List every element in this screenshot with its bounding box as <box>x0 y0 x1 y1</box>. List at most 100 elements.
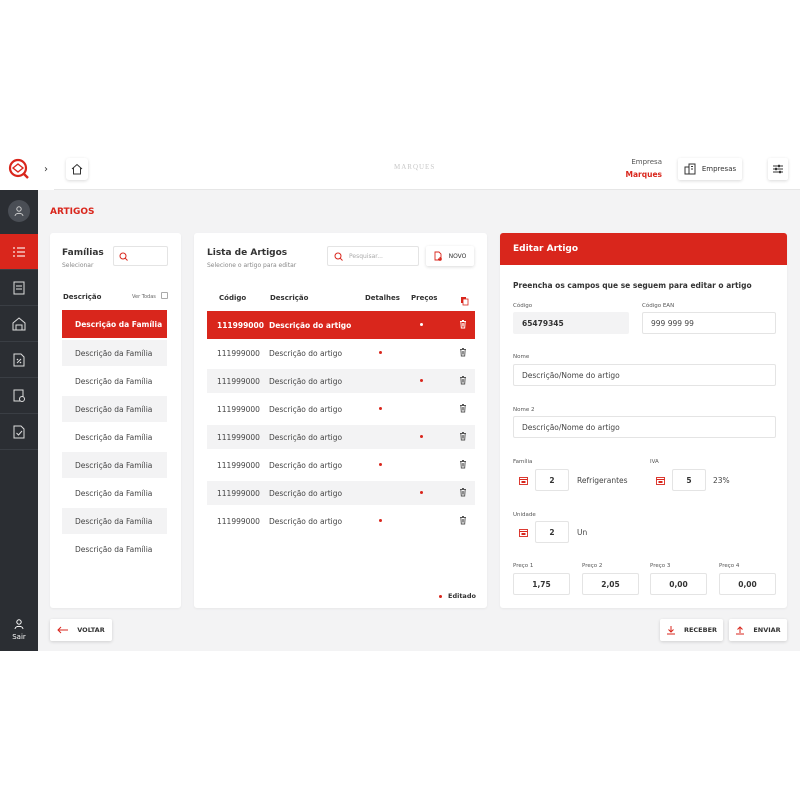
preco1-field[interactable]: 1,75 <box>513 573 570 595</box>
document-icon <box>13 281 25 294</box>
artigo-row[interactable]: 111999000 Descrição do artigo <box>207 369 475 393</box>
ean-field[interactable]: 999 999 99 <box>642 312 776 334</box>
familias-panel: Famílias Selecionar Descrição Ver Todas … <box>50 233 181 608</box>
precos-edited-dot <box>420 435 423 438</box>
familia-row[interactable]: Descrição da Família <box>62 452 167 478</box>
ver-todas-label: Ver Todas <box>132 294 156 300</box>
preco3-label: Preço 3 <box>650 563 671 569</box>
enviar-label: ENVIAR <box>753 626 781 634</box>
sidebar-item-documents[interactable] <box>0 270 38 306</box>
familia-row[interactable]: Descrição da Família <box>62 536 167 562</box>
trash-icon[interactable] <box>459 376 467 387</box>
enviar-button[interactable]: ENVIAR <box>729 619 787 641</box>
ver-todas-checkbox[interactable] <box>161 292 168 299</box>
artigo-descricao: Descrição do artigo <box>269 348 343 358</box>
artigo-descricao: Descrição do artigo <box>269 488 343 498</box>
trash-icon[interactable] <box>459 516 467 527</box>
unidade-picker-button[interactable] <box>515 521 531 543</box>
document-check-icon <box>13 425 25 438</box>
avatar[interactable] <box>8 200 30 222</box>
iva-field[interactable]: 5 <box>672 469 706 491</box>
sidebar-item-artigos[interactable] <box>0 234 38 270</box>
sidebar-exit[interactable]: Sair <box>0 608 38 651</box>
trash-icon[interactable] <box>459 460 467 471</box>
preco4-field[interactable]: 0,00 <box>719 573 776 595</box>
home-icon <box>71 163 83 175</box>
list-icon <box>13 246 25 257</box>
artigos-search-input[interactable]: Pesquisar... <box>327 246 419 266</box>
familia-picker-button[interactable] <box>515 469 531 491</box>
editar-artigo-title: Editar Artigo <box>513 244 579 254</box>
artigo-row[interactable]: 111999000 Descrição do artigo <box>207 481 475 505</box>
sliders-icon <box>773 164 783 174</box>
familia-row[interactable]: Descrição da Família <box>62 368 167 394</box>
new-document-icon <box>434 251 442 261</box>
trash-icon[interactable] <box>459 320 467 331</box>
sidebar-item-view-documents[interactable] <box>0 378 38 414</box>
familias-subtitle: Selecionar <box>62 262 94 269</box>
familia-label: Família <box>513 459 533 465</box>
iva-picker-button[interactable] <box>652 469 668 491</box>
nome-field[interactable]: Descrição/Nome do artigo <box>513 364 776 386</box>
editar-instructions: Preencha os campos que se seguem para ed… <box>513 281 752 290</box>
store-icon <box>12 316 26 330</box>
novo-button[interactable]: NOVO <box>426 246 474 266</box>
expand-sidebar-button[interactable]: › <box>38 148 54 190</box>
unidade-label: Unidade <box>513 512 536 518</box>
familia-row[interactable]: Descrição da Família <box>62 508 167 534</box>
empresas-button[interactable]: Empresas <box>678 158 742 180</box>
empresas-label: Empresas <box>701 165 737 173</box>
codigo-label: Código <box>513 303 533 309</box>
trash-icon[interactable] <box>459 432 467 443</box>
familia-row[interactable]: Descrição da Família <box>62 340 167 366</box>
artigo-descricao: Descrição do artigo <box>269 320 352 330</box>
familias-search-input[interactable] <box>113 246 168 266</box>
nome2-field[interactable]: Descrição/Nome do artigo <box>513 416 776 438</box>
settings-button[interactable] <box>768 158 788 180</box>
preco2-field[interactable]: 2,05 <box>582 573 639 595</box>
receber-button[interactable]: RECEBER <box>660 619 723 641</box>
col-codigo: Código <box>219 294 247 302</box>
trash-icon[interactable] <box>459 404 467 415</box>
search-placeholder: Pesquisar... <box>349 252 383 260</box>
artigo-row[interactable]: 111999000 Descrição do artigo <box>207 509 475 533</box>
download-icon <box>666 626 675 635</box>
arrow-left-icon <box>57 626 69 634</box>
detalhes-edited-dot <box>379 519 382 522</box>
app-logo[interactable] <box>0 148 38 190</box>
sidebar-item-checklist[interactable] <box>0 414 38 450</box>
app-window: Sair › MARQUES Empresa Marques Empresas … <box>0 148 800 651</box>
sidebar-item-discounts[interactable] <box>0 342 38 378</box>
ean-label: Código EAN <box>642 303 675 309</box>
trash-icon[interactable] <box>459 348 467 359</box>
artigo-row[interactable]: 111999000 Descrição do artigo <box>207 341 475 365</box>
sidebar-item-store[interactable] <box>0 306 38 342</box>
artigos-panel: Lista de Artigos Selecione o artigo para… <box>194 233 487 608</box>
voltar-label: VOLTAR <box>77 626 105 634</box>
familia-field[interactable]: 2 <box>535 469 569 491</box>
familia-row[interactable]: Descrição da Família <box>62 310 167 338</box>
familia-row[interactable]: Descrição da Família <box>62 480 167 506</box>
familias-col-descricao: Descrição <box>63 293 102 301</box>
trash-icon[interactable] <box>459 488 467 499</box>
artigos-title: Lista de Artigos <box>207 248 288 258</box>
voltar-button[interactable]: VOLTAR <box>50 619 112 641</box>
familias-title: Famílias <box>62 248 104 258</box>
calendar-icon <box>655 476 665 485</box>
artigo-codigo: 111999000 <box>217 460 260 470</box>
artigo-row[interactable]: 111999000 Descrição do artigo <box>207 311 475 339</box>
copy-icon[interactable] <box>460 291 469 310</box>
preco3-field[interactable]: 0,00 <box>650 573 707 595</box>
artigo-row[interactable]: 111999000 Descrição do artigo <box>207 397 475 421</box>
col-descricao: Descrição <box>270 294 309 302</box>
artigo-codigo: 111999000 <box>217 376 260 386</box>
artigo-row[interactable]: 111999000 Descrição do artigo <box>207 453 475 477</box>
unidade-field[interactable]: 2 <box>535 521 569 543</box>
unidade-text: Un <box>577 528 588 537</box>
familia-row[interactable]: Descrição da Família <box>62 424 167 450</box>
familia-row[interactable]: Descrição da Família <box>62 396 167 422</box>
artigo-descricao: Descrição do artigo <box>269 516 343 526</box>
artigo-row[interactable]: 111999000 Descrição do artigo <box>207 425 475 449</box>
receber-label: RECEBER <box>683 626 718 634</box>
home-button[interactable] <box>66 158 88 180</box>
